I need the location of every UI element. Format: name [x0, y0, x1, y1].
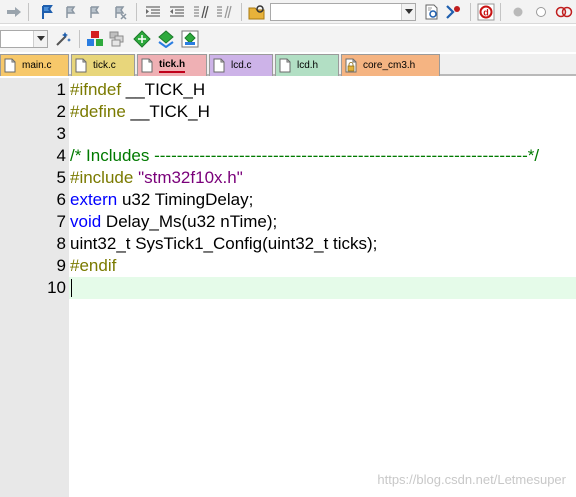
find-document-icon[interactable] [422, 2, 442, 22]
code-token: #include [70, 168, 134, 187]
file-extensions-icon[interactable] [85, 29, 105, 49]
tab-label: lcd.h [297, 60, 319, 71]
c-file-icon [75, 58, 87, 73]
navigate-forward-icon[interactable] [4, 2, 24, 22]
line-code[interactable]: #define __TICK_H [70, 102, 210, 122]
manage-components-icon[interactable] [108, 29, 128, 49]
bookmark-set-icon[interactable] [38, 2, 58, 22]
code-lines[interactable]: 1 #ifndef __TICK_H 2 #define __TICK_H 3 4/* I… [0, 79, 576, 497]
incremental-find-icon[interactable] [444, 2, 464, 22]
bookmark-next-icon[interactable] [85, 2, 105, 22]
line-code[interactable]: extern u32 TimingDelay; [70, 190, 253, 210]
code-token: u32 TimingDelay; [117, 190, 254, 209]
toolbar-separator [136, 3, 137, 21]
code-line[interactable]: 10 [47, 277, 576, 299]
select-packs-icon[interactable] [132, 29, 152, 49]
indent-icon[interactable] [143, 2, 163, 22]
line-number: 2 [56, 102, 66, 121]
tab-label: main.c [22, 60, 52, 71]
line-code[interactable]: #include "stm32f10x.h" [70, 168, 243, 188]
code-token: #endif [70, 256, 117, 275]
h-file-icon [279, 58, 291, 73]
code-line[interactable]: 5 #include "stm32f10x.h" [0, 167, 576, 189]
code-line[interactable]: 6 extern u32 TimingDelay; [0, 189, 576, 211]
chevron-down-icon[interactable] [401, 4, 415, 20]
tab-tick-h[interactable]: tick.h [137, 54, 207, 76]
code-line[interactable]: 9 #endif [0, 255, 576, 277]
code-line[interactable]: 4/* Includes ---------------------------… [0, 145, 576, 167]
code-token: void [70, 212, 102, 231]
svg-text:d: d [483, 7, 489, 17]
tab-lcd-h[interactable]: lcd.h [275, 54, 339, 76]
toolbar-separator [500, 3, 501, 21]
debug-session-icon[interactable]: d [476, 2, 496, 22]
tab-core-cm3-h[interactable]: core_cm3.h [341, 54, 440, 76]
text-caret [71, 279, 72, 297]
line-number: 7 [56, 212, 66, 231]
code-token: __TICK_H [125, 102, 210, 121]
bookmark-previous-icon[interactable] [61, 2, 81, 22]
breakpoint-disable-icon[interactable] [531, 2, 551, 22]
line-number: 4 [56, 146, 66, 165]
code-token: __TICK_H [121, 80, 206, 99]
project-toolbar [0, 26, 576, 52]
code-token: uint32_t SysTick1_Config(uint32_t ticks)… [70, 234, 378, 253]
code-token: /* Includes ----------------------------… [70, 146, 540, 165]
read-only-file-icon [345, 58, 357, 73]
line-code[interactable]: /* Includes ----------------------------… [70, 146, 539, 166]
code-line[interactable]: 3 [0, 123, 576, 145]
toolbar-separator [241, 3, 242, 21]
code-token: extern [70, 190, 118, 209]
c-file-icon [213, 58, 225, 73]
tab-label: tick.h [159, 59, 186, 73]
tab-lcd-c[interactable]: lcd.c [209, 54, 273, 76]
c-file-icon [4, 58, 16, 73]
find-combo[interactable] [270, 3, 416, 21]
find-in-files-icon[interactable] [247, 2, 267, 22]
code-token: #define [70, 102, 126, 121]
chevron-down-icon[interactable] [33, 31, 47, 47]
watermark: https://blog.csdn.net/Letmesuper [377, 472, 566, 487]
line-number: 3 [56, 124, 66, 143]
code-line[interactable]: 1 #ifndef __TICK_H [0, 79, 576, 101]
uncomment-selection-icon[interactable] [214, 2, 234, 22]
line-number: 10 [47, 278, 66, 297]
code-line[interactable]: 7 void Delay_Ms(u32 nTime); [0, 211, 576, 233]
target-options-icon[interactable] [53, 29, 73, 49]
tab-label: core_cm3.h [363, 60, 416, 71]
editor-tab-bar: main.c tick.c tick.h lcd.c lcd.h core_cm… [0, 54, 576, 76]
build-toolbar: d [0, 0, 576, 24]
line-code[interactable]: uint32_t SysTick1_Config(uint32_t ticks)… [70, 234, 377, 254]
line-code[interactable]: #ifndef __TICK_H [70, 80, 205, 100]
toolbar-separator [28, 3, 29, 21]
h-file-icon [141, 58, 153, 73]
line-number: 8 [56, 234, 66, 253]
line-number: 5 [56, 168, 66, 187]
line-number: 1 [56, 80, 66, 99]
line-number: 9 [56, 256, 66, 275]
line-number: 6 [56, 190, 66, 209]
code-token: #ifndef [70, 80, 122, 99]
tab-main-c[interactable]: main.c [0, 54, 69, 76]
pack-installer-icon[interactable] [156, 29, 176, 49]
code-token: "stm32f10x.h" [138, 168, 243, 187]
breakpoint-kill-all-icon[interactable] [554, 2, 574, 22]
tab-label: tick.c [93, 60, 116, 71]
tab-label: lcd.c [231, 60, 252, 71]
code-token: Delay_Ms(u32 nTime); [101, 212, 278, 231]
bookmark-clear-icon[interactable] [110, 2, 130, 22]
line-code[interactable]: #endif [70, 256, 116, 276]
comment-selection-icon[interactable] [191, 2, 211, 22]
code-line[interactable]: 2 #define __TICK_H [0, 101, 576, 123]
line-code[interactable]: void Delay_Ms(u32 nTime); [70, 212, 277, 232]
run-time-environment-icon[interactable] [180, 29, 200, 49]
toolbar-separator [79, 30, 80, 48]
tab-tick-c[interactable]: tick.c [71, 54, 135, 76]
breakpoint-insert-icon[interactable] [508, 2, 528, 22]
code-line[interactable]: 8 uint32_t SysTick1_Config(uint32_t ticks… [0, 233, 576, 255]
unindent-icon[interactable] [167, 2, 187, 22]
toolbar-separator [470, 3, 471, 21]
target-select[interactable] [0, 30, 48, 48]
